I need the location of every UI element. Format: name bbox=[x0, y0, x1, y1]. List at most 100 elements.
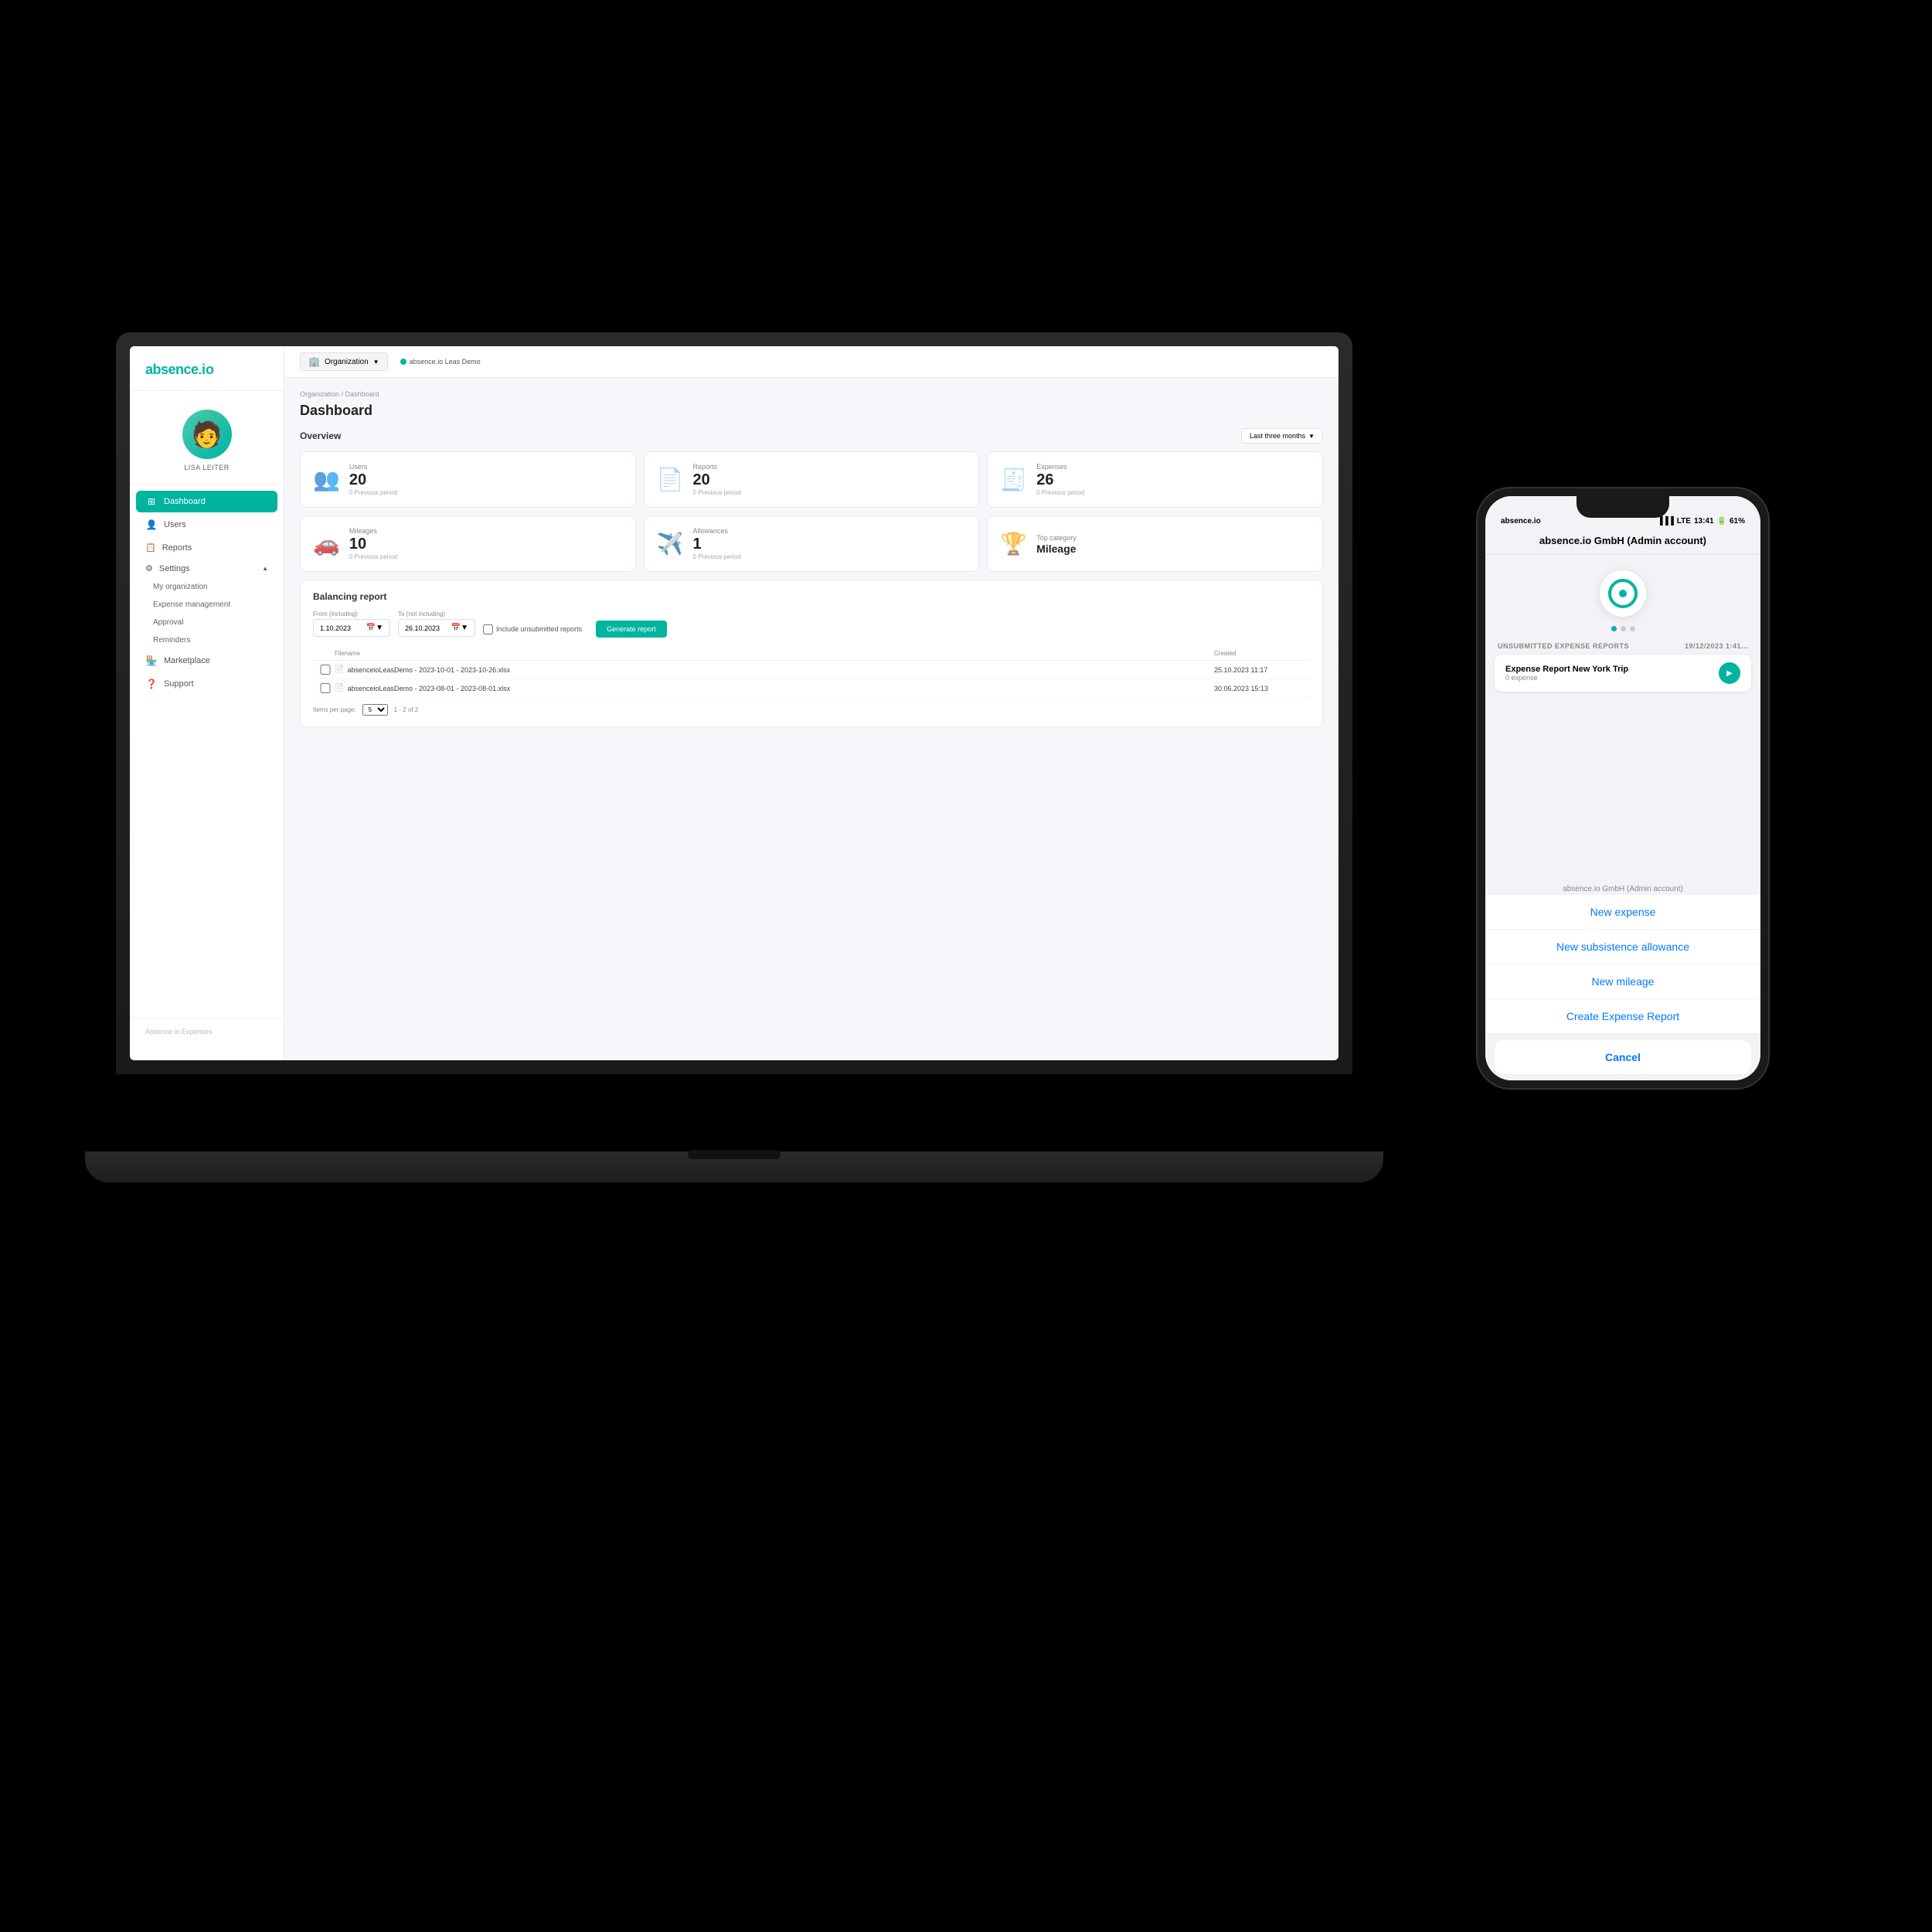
nav-item-marketplace[interactable]: 🏪 Marketplace bbox=[136, 650, 277, 672]
expense-card[interactable]: Expense Report New York Trip 0 expense ▶ bbox=[1495, 655, 1751, 692]
stats-grid: 👥 Users 20 0 Previous period 📄 bbox=[300, 451, 1323, 572]
balancing-section: Balancing report From (including) 1.10.2… bbox=[300, 580, 1323, 727]
phone-battery: 61% bbox=[1730, 517, 1745, 526]
chevron-down-icon: ▼ bbox=[373, 359, 379, 366]
to-filter-group: To (not including) 26.10.2023 📅▼ bbox=[398, 611, 475, 637]
laptop-screen: absence.io 🧑 LISA LEITER ⊞ Dashboard bbox=[130, 346, 1338, 1060]
mileages-stat-info: Mileages 10 0 Previous period bbox=[349, 527, 397, 560]
expenses-stat-prev: 0 Previous period bbox=[1036, 489, 1084, 496]
sidebar-nav: ⊞ Dashboard 👤 Users 📋 Reports bbox=[130, 491, 284, 1018]
avatar: 🧑 bbox=[182, 410, 232, 459]
settings-icon: ⚙ bbox=[145, 563, 153, 573]
users-stat-value: 20 bbox=[349, 472, 397, 488]
nav-item-approval[interactable]: Approval bbox=[145, 614, 277, 631]
support-label: Support bbox=[164, 679, 194, 689]
to-value: 26.10.2023 bbox=[405, 624, 440, 632]
create-expense-report-button[interactable]: Create Expense Report bbox=[1485, 999, 1760, 1034]
connected-dot bbox=[400, 359, 406, 365]
balancing-table: Filename Created 📄 absenceioLeasDemo - 2… bbox=[313, 647, 1310, 716]
stat-card-top-category: 🏆 Top category Mileage bbox=[987, 515, 1323, 572]
nav-item-reports[interactable]: 📋 Reports bbox=[136, 537, 277, 558]
laptop-body: absence.io 🧑 LISA LEITER ⊞ Dashboard bbox=[116, 332, 1352, 1074]
sidebar: absence.io 🧑 LISA LEITER ⊞ Dashboard bbox=[130, 346, 284, 1060]
action-sheet: absence.io GmbH (Admin account) New expe… bbox=[1485, 877, 1760, 1080]
pagination: Items per page: 5 1 - 2 of 2 bbox=[313, 704, 1310, 716]
stat-card-allowances: ✈️ Allowances 1 0 Previous period bbox=[644, 515, 980, 572]
nav-label-reports: Reports bbox=[162, 543, 192, 553]
marketplace-label: Marketplace bbox=[164, 656, 210, 665]
allowances-stat-value: 1 bbox=[693, 536, 741, 552]
expense-mgmt-label: Expense management bbox=[153, 600, 230, 609]
logo-suffix: io bbox=[202, 362, 214, 377]
sidebar-logo: absence.io bbox=[130, 362, 284, 391]
nav-item-support[interactable]: ❓ Support bbox=[136, 673, 277, 695]
to-calendar-icon: 📅▼ bbox=[451, 624, 468, 632]
approval-label: Approval bbox=[153, 618, 183, 627]
created-col-header: Created bbox=[1214, 650, 1307, 657]
phone-screen: absence.io ▐▐▐ LTE 13:41 🔋 61% absence.i… bbox=[1485, 496, 1760, 1080]
table-header: Filename Created bbox=[313, 647, 1310, 661]
stat-card-users: 👥 Users 20 0 Previous period bbox=[300, 451, 636, 508]
settings-submenu: My organization Expense management Appro… bbox=[136, 579, 277, 648]
breadcrumb: Organization / Dashboard bbox=[300, 390, 1323, 398]
to-input[interactable]: 26.10.2023 📅▼ bbox=[398, 619, 475, 637]
unsubmitted-checkbox[interactable] bbox=[483, 624, 493, 634]
nav-label-dashboard: Dashboard bbox=[164, 497, 206, 506]
period-selector[interactable]: Last three months ▼ bbox=[1241, 428, 1323, 444]
stat-card-reports: 📄 Reports 20 0 Previous period bbox=[644, 451, 980, 508]
page-title: Dashboard bbox=[300, 403, 1323, 419]
reports-stat-value: 20 bbox=[693, 472, 741, 488]
items-per-page-select[interactable]: 5 bbox=[362, 704, 388, 716]
new-mileage-button[interactable]: New mileage bbox=[1485, 964, 1760, 999]
chevron-up-icon: ▲ bbox=[262, 565, 268, 572]
phone-signal-icon: ▐▐▐ bbox=[1658, 517, 1674, 526]
logo-text: absence bbox=[145, 362, 199, 377]
stat-card-expenses: 🧾 Expenses 26 0 Previous period bbox=[987, 451, 1323, 508]
nav-item-dashboard[interactable]: ⊞ Dashboard bbox=[136, 491, 277, 512]
row-checkbox-1[interactable] bbox=[316, 665, 335, 675]
unsubmitted-section: UNSUBMITTED EXPENSE REPORTS 19/12/2023 1… bbox=[1485, 639, 1760, 655]
mileages-stat-icon: 🚗 bbox=[313, 531, 340, 556]
connected-badge: absence.io Leas Demo bbox=[400, 358, 481, 366]
expenses-stat-info: Expenses 26 0 Previous period bbox=[1036, 463, 1084, 496]
cancel-button[interactable]: Cancel bbox=[1495, 1040, 1751, 1074]
connected-text: absence.io Leas Demo bbox=[410, 358, 481, 366]
play-button[interactable]: ▶ bbox=[1719, 662, 1740, 684]
top-category-stat-info: Top category Mileage bbox=[1036, 534, 1077, 554]
filename-2[interactable]: 📄 absenceioLeasDemo - 2023-08-01 - 2023-… bbox=[335, 684, 1214, 692]
from-filter-group: From (including) 1.10.2023 📅▼ bbox=[313, 611, 390, 637]
phone-time: 13:41 bbox=[1694, 517, 1714, 526]
phone-logo-dot bbox=[1619, 590, 1627, 597]
from-value: 1.10.2023 bbox=[320, 624, 351, 632]
phone-header: absence.io GmbH (Admin account) bbox=[1485, 530, 1760, 555]
new-expense-button[interactable]: New expense bbox=[1485, 895, 1760, 930]
top-bar: 🏢 Organization ▼ absence.io Leas Demo bbox=[284, 346, 1338, 378]
mileages-stat-value: 10 bbox=[349, 536, 397, 552]
nav-item-expense-management[interactable]: Expense management bbox=[145, 597, 277, 613]
org-label: Organization bbox=[325, 358, 369, 366]
from-input[interactable]: 1.10.2023 📅▼ bbox=[313, 619, 390, 637]
users-icon: 👤 bbox=[145, 519, 158, 530]
users-stat-prev: 0 Previous period bbox=[349, 489, 397, 496]
pagination-info: 1 - 2 of 2 bbox=[394, 706, 419, 713]
allowances-stat-info: Allowances 1 0 Previous period bbox=[693, 527, 741, 560]
balancing-title: Balancing report bbox=[313, 591, 1310, 602]
unsubmitted-checkbox-row: Include unsubmitted reports bbox=[483, 624, 582, 634]
main-content: 🏢 Organization ▼ absence.io Leas Demo Or… bbox=[284, 346, 1338, 1060]
filename-text-2: absenceioLeasDemo - 2023-08-01 - 2023-08… bbox=[347, 685, 510, 692]
generate-report-button[interactable]: Generate report bbox=[596, 621, 667, 638]
expenses-stat-icon: 🧾 bbox=[1000, 467, 1027, 492]
nav-item-reminders[interactable]: Reminders bbox=[145, 632, 277, 648]
users-stat-icon: 👥 bbox=[313, 467, 340, 492]
row-checkbox-2[interactable] bbox=[316, 683, 335, 693]
filename-1[interactable]: 📄 absenceioLeasDemo - 2023-10-01 - 2023-… bbox=[335, 665, 1214, 674]
nav-item-my-organization[interactable]: My organization bbox=[145, 579, 277, 595]
reports-stat-icon: 📄 bbox=[657, 467, 684, 492]
nav-item-users[interactable]: 👤 Users bbox=[136, 514, 277, 536]
new-subsistence-button[interactable]: New subsistence allowance bbox=[1485, 930, 1760, 964]
dot-1 bbox=[1611, 626, 1617, 631]
nav-item-settings[interactable]: ⚙ Settings ▲ bbox=[136, 558, 277, 579]
laptop-hinge bbox=[688, 1150, 781, 1159]
org-selector[interactable]: 🏢 Organization ▼ bbox=[300, 352, 388, 371]
users-stat-label: Users bbox=[349, 463, 397, 471]
